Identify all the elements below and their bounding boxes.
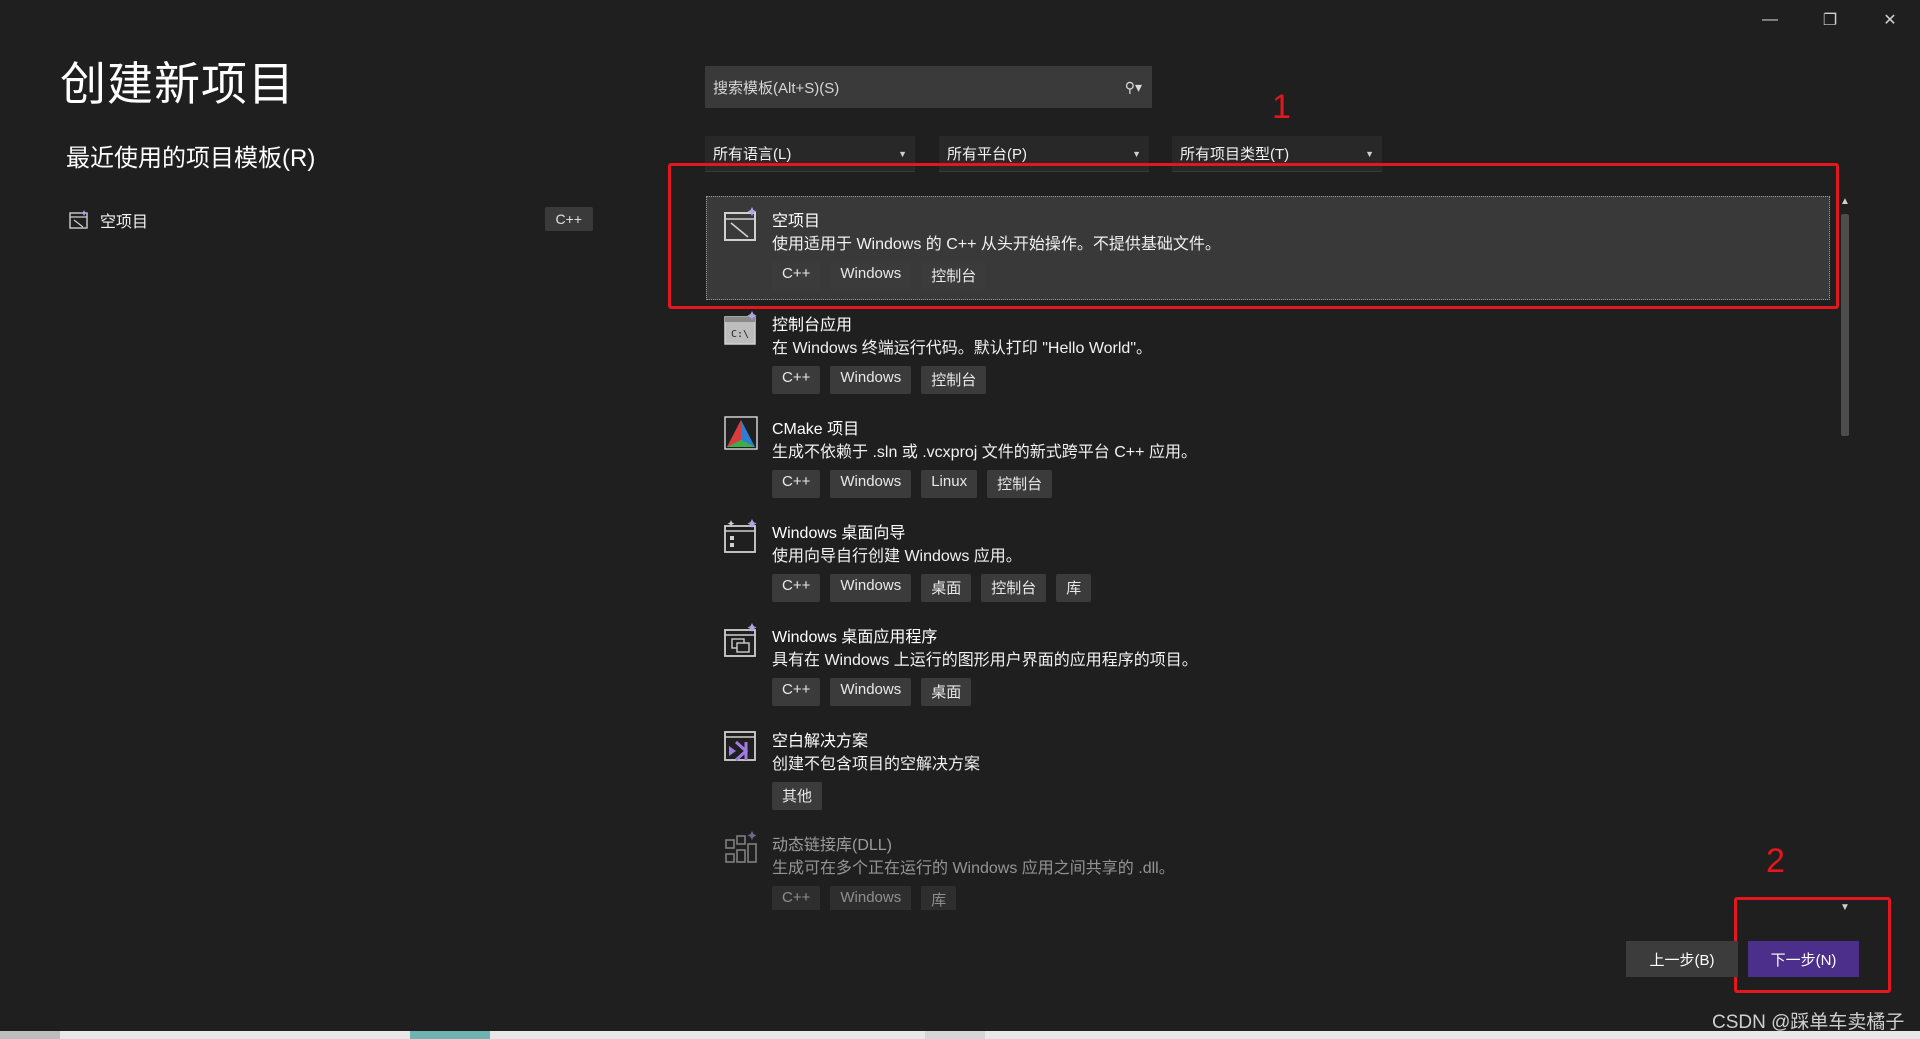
restore-icon[interactable]: ❐ bbox=[1800, 0, 1860, 40]
template-tag: Windows bbox=[830, 366, 912, 394]
watermark: CSDN @踩单车卖橘子 bbox=[1712, 1012, 1905, 1033]
empty-project-icon bbox=[69, 210, 88, 229]
scroll-down-arrow-icon[interactable]: ▼ bbox=[1838, 902, 1852, 916]
template-tag: Linux bbox=[921, 470, 978, 498]
template-name: 控制台应用 bbox=[772, 317, 853, 334]
chevron-down-icon: ▼ bbox=[1365, 148, 1374, 159]
template-list-scrollbar[interactable]: ▲ ▼ bbox=[1838, 196, 1852, 916]
project-type-filter-dropdown[interactable]: 所有项目类型(T) ▼ bbox=[1172, 136, 1382, 172]
template-search-box[interactable]: 搜索模板(Alt+S)(S) ⚲▾ bbox=[705, 66, 1152, 108]
console-app-icon: C:\ bbox=[724, 311, 757, 345]
search-input[interactable]: 搜索模板(Alt+S)(S) bbox=[713, 77, 1112, 98]
template-tag: 库 bbox=[1056, 574, 1092, 602]
template-name: 空项目 bbox=[772, 213, 821, 230]
template-item-empty-project[interactable]: 空项目 使用适用于 Windows 的 C++ 从头开始操作。不提供基础文件。 … bbox=[706, 196, 1830, 300]
annotation-step-number: 2 bbox=[1766, 842, 1785, 880]
template-tag: 桌面 bbox=[921, 678, 972, 706]
template-description: 使用适用于 Windows 的 C++ 从头开始操作。不提供基础文件。 bbox=[772, 236, 1221, 253]
recent-template-item[interactable]: 空项目 C++ bbox=[68, 205, 593, 235]
template-description: 生成不依赖于 .sln 或 .vcxproj 文件的新式跨平台 C++ 应用。 bbox=[772, 444, 1197, 461]
search-icon[interactable]: ⚲▾ bbox=[1112, 79, 1142, 96]
template-tag: 库 bbox=[921, 886, 957, 910]
template-tag: C++ bbox=[772, 886, 821, 910]
template-item-blank-solution[interactable]: 空白解决方案 创建不包含项目的空解决方案 其他 bbox=[706, 716, 1830, 820]
template-tag: Windows bbox=[830, 886, 912, 910]
taskbar-segment bbox=[925, 1031, 985, 1039]
chevron-down-icon: ▼ bbox=[1132, 148, 1141, 159]
template-description: 在 Windows 终端运行代码。默认打印 "Hello World"。 bbox=[772, 340, 1153, 357]
template-tag: C++ bbox=[772, 678, 821, 706]
template-tag: 控制台 bbox=[921, 366, 987, 394]
template-tag: C++ bbox=[772, 366, 821, 394]
template-tag: Windows bbox=[830, 262, 912, 290]
back-button[interactable]: 上一步(B) bbox=[1626, 941, 1738, 977]
template-name: 动态链接库(DLL) bbox=[772, 837, 893, 854]
taskbar-segment bbox=[0, 1031, 60, 1039]
recent-template-label: 空项目 bbox=[100, 214, 149, 231]
template-name: Windows 桌面应用程序 bbox=[772, 629, 938, 646]
scroll-up-arrow-icon[interactable]: ▲ bbox=[1838, 196, 1852, 210]
annotation-step-number: 1 bbox=[1272, 88, 1291, 126]
dll-icon bbox=[725, 831, 757, 863]
template-tag: C++ bbox=[772, 574, 821, 602]
template-list: 空项目 使用适用于 Windows 的 C++ 从头开始操作。不提供基础文件。 … bbox=[706, 196, 1830, 910]
language-filter-label: 所有语言(L) bbox=[713, 146, 792, 163]
template-description: 具有在 Windows 上运行的图形用户界面的应用程序的项目。 bbox=[772, 652, 1198, 669]
next-button[interactable]: 下一步(N) bbox=[1748, 941, 1859, 977]
template-item-dll[interactable]: 动态链接库(DLL) 生成可在多个正在运行的 Windows 应用之间共享的 .… bbox=[706, 820, 1830, 910]
recent-template-language-tag: C++ bbox=[544, 207, 593, 231]
template-item-cmake-project[interactable]: CMake 项目 生成不依赖于 .sln 或 .vcxproj 文件的新式跨平台… bbox=[706, 404, 1830, 508]
recent-templates-heading: 最近使用的项目模板(R) bbox=[66, 145, 316, 172]
template-description: 创建不包含项目的空解决方案 bbox=[772, 756, 981, 773]
template-description: 使用向导自行创建 Windows 应用。 bbox=[772, 548, 1022, 565]
blank-solution-icon bbox=[724, 731, 756, 762]
project-type-filter-label: 所有项目类型(T) bbox=[1180, 146, 1290, 163]
taskbar-segment bbox=[410, 1031, 490, 1039]
template-tag: 控制台 bbox=[987, 470, 1053, 498]
template-tag: Windows bbox=[830, 470, 912, 498]
template-item-windows-desktop-wizard[interactable]: Windows 桌面向导 使用向导自行创建 Windows 应用。 C++ Wi… bbox=[706, 508, 1830, 612]
template-tag: C++ bbox=[772, 262, 821, 290]
close-icon[interactable]: ✕ bbox=[1860, 0, 1920, 40]
template-item-console-app[interactable]: C:\ 控制台应用 在 Windows 终端运行代码。默认打印 "Hello W… bbox=[706, 300, 1830, 404]
language-filter-dropdown[interactable]: 所有语言(L) ▼ bbox=[705, 136, 915, 172]
empty-project-icon bbox=[724, 207, 757, 241]
template-description: 生成可在多个正在运行的 Windows 应用之间共享的 .dll。 bbox=[772, 860, 1175, 877]
template-tag: 其他 bbox=[772, 782, 823, 810]
template-name: Windows 桌面向导 bbox=[772, 525, 906, 542]
template-tag: Windows bbox=[830, 574, 912, 602]
platform-filter-label: 所有平台(P) bbox=[947, 146, 1027, 163]
template-item-windows-desktop-app[interactable]: Windows 桌面应用程序 具有在 Windows 上运行的图形用户界面的应用… bbox=[706, 612, 1830, 716]
page-title: 创建新项目 bbox=[60, 58, 295, 110]
svg-text:C:\: C:\ bbox=[731, 329, 749, 340]
template-tag: Windows bbox=[830, 678, 912, 706]
template-name: CMake 项目 bbox=[772, 421, 860, 438]
chevron-down-icon: ▼ bbox=[898, 148, 907, 159]
cmake-icon bbox=[724, 416, 758, 450]
window-controls: — ❐ ✕ bbox=[1740, 0, 1920, 40]
platform-filter-dropdown[interactable]: 所有平台(P) ▼ bbox=[939, 136, 1149, 172]
template-name: 空白解决方案 bbox=[772, 733, 869, 750]
taskbar-strip bbox=[0, 1031, 1920, 1039]
template-tag: C++ bbox=[772, 470, 821, 498]
template-tag: 控制台 bbox=[921, 262, 987, 290]
scrollbar-thumb[interactable] bbox=[1841, 214, 1849, 436]
template-tag: 桌面 bbox=[921, 574, 972, 602]
minimize-icon[interactable]: — bbox=[1740, 0, 1800, 40]
desktop-app-icon bbox=[724, 623, 757, 657]
template-tag: 控制台 bbox=[981, 574, 1047, 602]
desktop-wizard-icon bbox=[724, 519, 757, 553]
